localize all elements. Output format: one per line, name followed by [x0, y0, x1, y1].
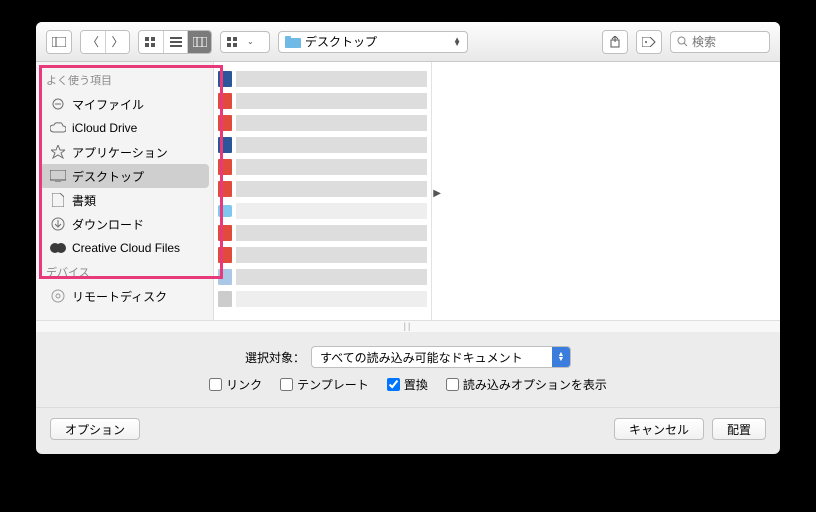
pdf-icon	[218, 159, 232, 175]
folder-icon	[218, 205, 232, 217]
sidebar-item-label: デスクトップ	[72, 168, 144, 185]
pdf-icon	[218, 93, 232, 109]
sidebar-item-remote-disk[interactable]: リモートディスク	[36, 284, 213, 308]
arrange-icon	[227, 37, 243, 47]
file-row[interactable]	[218, 90, 427, 112]
file-row[interactable]	[218, 68, 427, 90]
enable-popup[interactable]: すべての読み込み可能なドキュメント ▲▼	[311, 346, 571, 368]
arrange-popup[interactable]: ⌄	[220, 31, 270, 53]
file-column-2[interactable]	[432, 62, 780, 320]
sidebar-item-downloads[interactable]: ダウンロード	[36, 212, 213, 236]
back-button[interactable]: 〈	[81, 31, 105, 53]
sidebar-toggle-group	[46, 30, 72, 54]
view-group	[138, 30, 212, 54]
file-icon	[218, 291, 232, 307]
pdf-icon	[218, 225, 232, 241]
search-input[interactable]	[692, 35, 762, 49]
nav-group: 〈 〉	[80, 30, 130, 54]
word-icon	[218, 71, 232, 87]
chevron-left-icon: 〈	[87, 33, 99, 50]
sidebar-item-applications[interactable]: アプリケーション	[36, 140, 213, 164]
resize-handle[interactable]: ||	[36, 320, 780, 332]
open-dialog: 〈 〉 ⌄ デスクトップ ▲▼ よく使う項目 マイファイル	[36, 22, 780, 454]
grid-icon	[145, 37, 157, 47]
desktop-icon	[50, 168, 66, 184]
browser-body: よく使う項目 マイファイル iCloud Drive アプリケーション デスクト…	[36, 62, 780, 320]
sidebar-item-myfiles[interactable]: マイファイル	[36, 92, 213, 116]
options-button[interactable]: オプション	[50, 418, 140, 440]
folder-row[interactable]	[218, 200, 427, 222]
sidebar: よく使う項目 マイファイル iCloud Drive アプリケーション デスクト…	[36, 62, 214, 320]
file-row[interactable]	[218, 266, 427, 288]
file-row[interactable]	[218, 112, 427, 134]
updown-icon: ▲▼	[453, 38, 461, 46]
options-panel: 選択対象： すべての読み込み可能なドキュメント ▲▼ リンク テンプレート 置換…	[36, 332, 780, 407]
word-icon	[218, 137, 232, 153]
sidebar-item-label: Creative Cloud Files	[72, 241, 180, 255]
view-columns[interactable]	[187, 31, 211, 53]
tag-icon	[642, 37, 656, 47]
search-field[interactable]	[670, 31, 770, 53]
file-icon	[218, 269, 232, 285]
sidebar-item-label: ダウンロード	[72, 216, 144, 233]
columns-icon	[193, 37, 207, 47]
file-row[interactable]	[218, 134, 427, 156]
disclosure-arrow-icon: ▶	[433, 188, 441, 199]
remote-disk-icon	[50, 288, 66, 304]
view-icons[interactable]	[139, 31, 163, 53]
cc-icon	[50, 240, 66, 256]
sidebar-item-label: マイファイル	[72, 96, 144, 113]
pdf-icon	[218, 181, 232, 197]
all-files-icon	[50, 96, 66, 112]
pdf-icon	[218, 115, 232, 131]
downloads-icon	[50, 216, 66, 232]
template-checkbox[interactable]: テンプレート	[280, 376, 369, 393]
replace-checkbox[interactable]: 置換	[387, 376, 428, 393]
file-row[interactable]	[218, 178, 427, 200]
sidebar-item-label: リモートディスク	[72, 288, 167, 305]
place-button[interactable]: 配置	[712, 418, 766, 440]
link-checkbox[interactable]: リンク	[209, 376, 262, 393]
enable-label: 選択対象：	[245, 349, 305, 366]
file-row[interactable]	[218, 288, 427, 310]
chevron-down-icon: ⌄	[247, 37, 254, 46]
file-row[interactable]	[218, 156, 427, 178]
forward-button[interactable]: 〉	[105, 31, 129, 53]
sidebar-item-documents[interactable]: 書類	[36, 188, 213, 212]
list-icon	[170, 37, 182, 47]
sidebar-icon	[52, 37, 66, 47]
location-popup[interactable]: デスクトップ ▲▼	[278, 31, 468, 53]
folder-icon	[285, 36, 301, 48]
toolbar: 〈 〉 ⌄ デスクトップ ▲▼	[36, 22, 780, 62]
chevron-right-icon: 〉	[111, 33, 123, 50]
file-row[interactable]	[218, 244, 427, 266]
cancel-button[interactable]: キャンセル	[614, 418, 704, 440]
share-button[interactable]	[603, 31, 627, 53]
cloud-icon	[50, 120, 66, 136]
enable-value: すべての読み込み可能なドキュメント	[312, 349, 552, 366]
view-list[interactable]	[163, 31, 187, 53]
sidebar-item-label: アプリケーション	[72, 144, 168, 161]
sidebar-toggle[interactable]	[47, 31, 71, 53]
sidebar-section-devices: デバイス	[36, 260, 213, 284]
show-import-checkbox[interactable]: 読み込みオプションを表示	[446, 376, 607, 393]
search-icon	[677, 36, 688, 47]
share-icon	[610, 36, 620, 48]
updown-icon: ▲▼	[552, 347, 570, 367]
sidebar-item-cc[interactable]: Creative Cloud Files	[36, 236, 213, 260]
sidebar-item-desktop[interactable]: デスクトップ	[40, 164, 209, 188]
location-label: デスクトップ	[305, 33, 377, 50]
documents-icon	[50, 192, 66, 208]
sidebar-item-label: iCloud Drive	[72, 121, 137, 135]
file-column-1[interactable]: ▶	[214, 62, 432, 320]
sidebar-item-icloud[interactable]: iCloud Drive	[36, 116, 213, 140]
applications-icon	[50, 144, 66, 160]
pdf-icon	[218, 247, 232, 263]
footer: オプション キャンセル 配置	[36, 407, 780, 454]
tags-button[interactable]	[637, 31, 661, 53]
sidebar-item-label: 書類	[72, 192, 96, 209]
file-row[interactable]	[218, 222, 427, 244]
sidebar-section-favorites: よく使う項目	[36, 68, 213, 92]
